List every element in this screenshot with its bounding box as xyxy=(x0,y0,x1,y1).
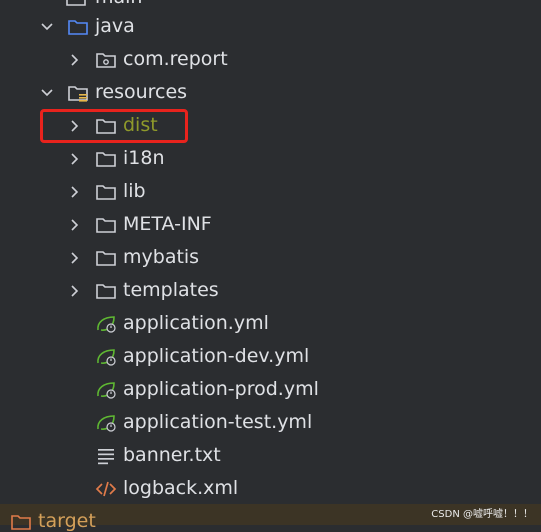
chevron-right-icon[interactable] xyxy=(68,284,82,298)
chevron-right-icon[interactable] xyxy=(68,152,82,166)
tree-row-banner-txt[interactable]: banner.txt xyxy=(0,439,541,472)
tree-row-application-dev-yml[interactable]: application-dev.yml xyxy=(0,340,541,373)
chevron-right-icon[interactable] xyxy=(68,185,82,199)
tree-row-mybatis[interactable]: mybatis xyxy=(0,241,541,274)
source-folder-icon xyxy=(68,20,88,35)
watermark: CSDN @嘘呼嘘！！！ xyxy=(431,509,533,520)
tree-label: application-dev.yml xyxy=(123,345,310,367)
tree-row-i18n[interactable]: i18n xyxy=(0,142,541,175)
resources-folder-icon xyxy=(68,86,88,102)
tree-label: java xyxy=(95,15,135,37)
tree-row-meta-inf[interactable]: META-INF xyxy=(0,208,541,241)
tree-row-application-test-yml[interactable]: application-test.yml xyxy=(0,406,541,439)
xml-file-icon xyxy=(95,481,117,497)
package-icon xyxy=(96,53,116,68)
tree-label: logback.xml xyxy=(123,477,239,499)
tree-label: application-test.yml xyxy=(123,411,313,433)
spring-config-icon xyxy=(97,415,116,432)
tree-label: application.yml xyxy=(123,312,269,334)
spring-config-icon xyxy=(97,382,116,399)
tree-label: lib xyxy=(123,180,146,202)
tree-row-application-yml[interactable]: application.yml xyxy=(0,307,541,340)
tree-row-templates[interactable]: templates xyxy=(0,274,541,307)
chevron-down-icon[interactable] xyxy=(40,86,54,100)
chevron-right-icon[interactable] xyxy=(68,53,82,67)
spring-config-icon xyxy=(97,349,116,366)
folder-icon xyxy=(96,284,116,299)
tree-label: com.report xyxy=(123,48,228,70)
spring-config-icon xyxy=(97,316,116,333)
tree-row-logback-xml[interactable]: logback.xml xyxy=(0,472,541,505)
highlight-box xyxy=(40,109,188,143)
folder-icon xyxy=(66,0,86,6)
tree-label: resources xyxy=(95,81,188,103)
tree-label: i18n xyxy=(123,147,165,169)
text-file-icon xyxy=(98,449,114,465)
folder-icon xyxy=(96,251,116,266)
chevron-right-icon[interactable] xyxy=(68,218,82,232)
folder-icon xyxy=(96,185,116,200)
tree-label: target xyxy=(38,510,96,532)
tree-row-java[interactable]: java xyxy=(0,10,541,43)
tree-row-application-prod-yml[interactable]: application-prod.yml xyxy=(0,373,541,406)
tree-row-com-report[interactable]: com.report xyxy=(0,43,541,76)
tree-label: META-INF xyxy=(123,213,212,235)
folder-icon xyxy=(96,218,116,233)
tree-label: application-prod.yml xyxy=(123,378,319,400)
excluded-folder-icon xyxy=(11,515,31,530)
tree-label: mybatis xyxy=(123,246,200,268)
tree-label: templates xyxy=(123,279,219,301)
chevron-right-icon[interactable] xyxy=(68,251,82,265)
tree-row-lib[interactable]: lib xyxy=(0,175,541,208)
tree-row-resources[interactable]: resources xyxy=(0,76,541,109)
folder-icon xyxy=(96,152,116,167)
tree-label: banner.txt xyxy=(123,444,221,466)
chevron-down-icon[interactable] xyxy=(40,20,54,34)
